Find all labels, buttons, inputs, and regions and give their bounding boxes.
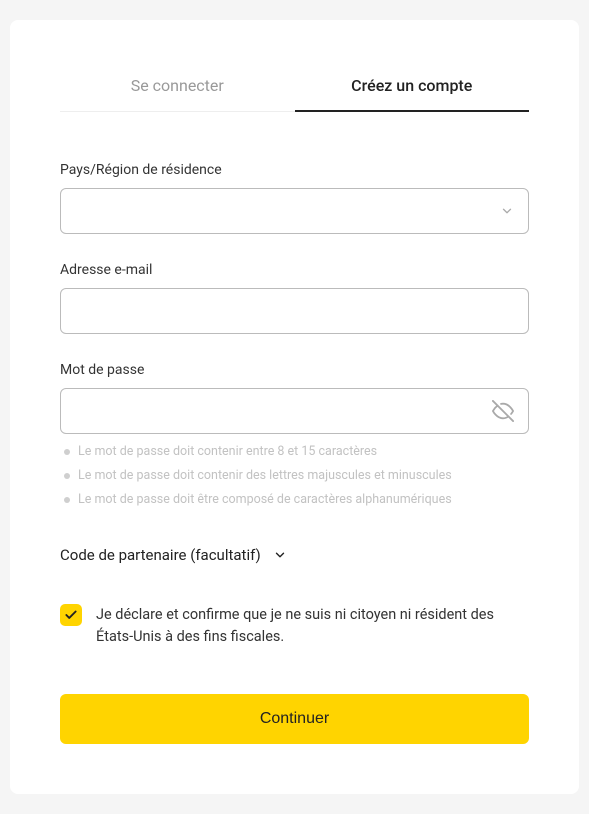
tab-signup[interactable]: Créez un compte [295, 60, 530, 111]
check-icon [64, 608, 78, 622]
password-input-wrap [60, 388, 529, 434]
password-rule: Le mot de passe doit contenir des lettre… [60, 464, 529, 488]
password-field[interactable] [75, 389, 484, 433]
password-field-group: Mot de passe Le mot de passe doit conten… [60, 362, 529, 512]
chevron-down-icon [273, 548, 287, 562]
chevron-down-icon [500, 204, 514, 218]
partner-code-label: Code de partenaire (facultatif) [60, 546, 261, 564]
country-label: Pays/Région de résidence [60, 162, 529, 178]
partner-code-toggle[interactable]: Code de partenaire (facultatif) [60, 546, 529, 564]
country-field-group: Pays/Région de résidence [60, 162, 529, 234]
email-field[interactable] [75, 289, 514, 333]
signup-card: Se connecter Créez un compte Pays/Région… [10, 20, 579, 794]
declaration-text: Je déclare et confirme que je ne suis ni… [96, 604, 529, 648]
password-label: Mot de passe [60, 362, 529, 378]
email-input-wrap [60, 288, 529, 334]
password-rule: Le mot de passe doit contenir entre 8 et… [60, 440, 529, 464]
password-rules: Le mot de passe doit contenir entre 8 et… [60, 440, 529, 512]
email-label: Adresse e-mail [60, 262, 529, 278]
declaration-checkbox[interactable] [60, 604, 82, 626]
continue-button[interactable]: Continuer [60, 694, 529, 744]
eye-off-icon[interactable] [492, 400, 514, 422]
declaration-row: Je déclare et confirme que je ne suis ni… [60, 604, 529, 648]
email-field-group: Adresse e-mail [60, 262, 529, 334]
country-select[interactable] [60, 188, 529, 234]
tab-login[interactable]: Se connecter [60, 60, 295, 111]
password-rule: Le mot de passe doit être composé de car… [60, 488, 529, 512]
auth-tabs: Se connecter Créez un compte [60, 60, 529, 112]
